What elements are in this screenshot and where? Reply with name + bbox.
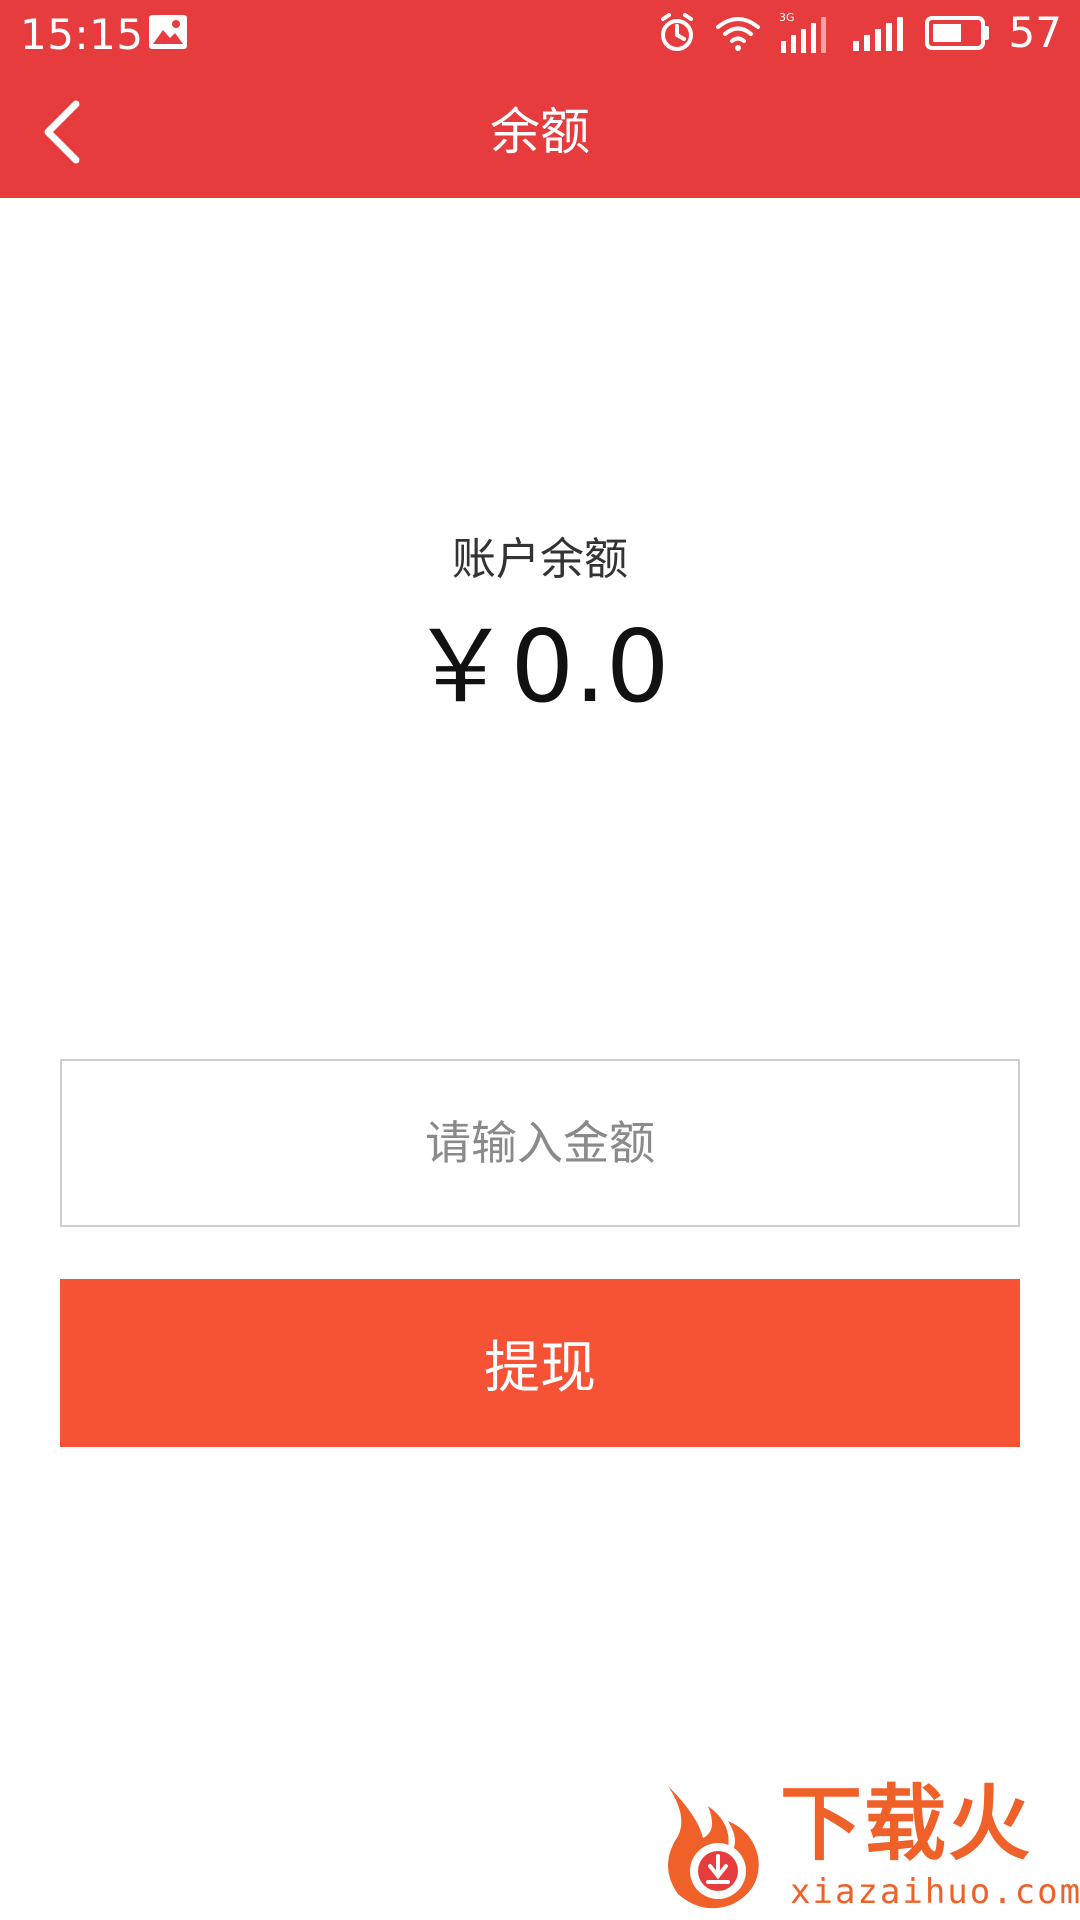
signal-icon [851,13,907,53]
flame-logo-icon [668,1786,759,1909]
3g-signal-icon: 3G [779,11,833,55]
image-notification-icon [148,14,188,50]
battery-icon [924,15,991,51]
watermark-domain: xiazaihuo.com [790,1872,1080,1912]
amount-input[interactable] [60,1059,1020,1227]
wifi-icon [715,13,761,53]
status-time: 15:15 [20,10,144,59]
alarm-icon [657,13,697,53]
screen: 15:15 3G 57 余额 账户余额 ￥0.0 请输入金额 提现 下载火 xi… [0,0,1080,1920]
title-bar: 余额 [0,66,1080,198]
page-title: 余额 [490,103,590,161]
network-type-label: 3G [779,11,795,24]
balance-label: 账户余额 [452,534,628,585]
status-icons: 3G 57 [657,8,1062,58]
battery-level: 57 [1008,8,1062,57]
withdraw-button[interactable]: 提现 [60,1279,1020,1447]
watermark: 下载火 xiazaihuo.com [640,1770,1080,1920]
balance-amount: ￥0.0 [410,608,670,725]
status-bar: 15:15 3G 57 [0,0,1080,66]
watermark-brand: 下载火 [780,1777,1033,1872]
